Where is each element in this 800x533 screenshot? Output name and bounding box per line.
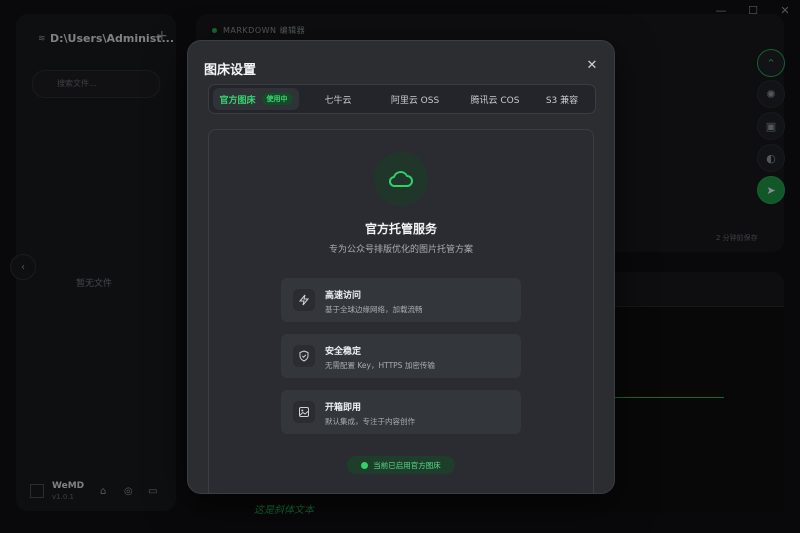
lightning-icon — [293, 289, 315, 311]
provider-tabs: 官方图床 使用中 七牛云 阿里云 OSS 腾讯云 COS S3 兼容 — [208, 84, 596, 114]
status-dot — [361, 461, 369, 469]
tab-label: 官方图床 — [219, 95, 256, 106]
modal-title: 图床设置 — [204, 63, 257, 78]
tab-official[interactable]: 官方图床 使用中 — [213, 88, 299, 110]
feature-item: 开箱即用 默认集成，专注于内容创作 — [281, 390, 521, 434]
tab-aliyun[interactable]: 阿里云 OSS — [377, 88, 453, 110]
service-subtitle: 专为公众号排版优化的图片托管方案 — [328, 245, 473, 255]
feature-item: 安全稳定 无需配置 Key，HTTPS 加密传输 — [281, 334, 521, 378]
official-service-panel: 官方托管服务 专为公众号排版优化的图片托管方案 高速访问 基于全球边缘网络，加载… — [208, 129, 594, 493]
tab-tencent[interactable]: 腾讯云 COS — [457, 88, 533, 110]
service-title: 官方托管服务 — [364, 222, 437, 236]
shield-icon — [293, 345, 315, 367]
feature-item: 高速访问 基于全球边缘网络，加载流畅 — [281, 278, 521, 322]
feature-desc: 基于全球边缘网络，加载流畅 — [325, 305, 423, 314]
feature-title: 安全稳定 — [325, 347, 362, 357]
in-use-badge: 使用中 — [261, 93, 293, 105]
status-badge: 当前已启用官方图床 — [347, 456, 455, 474]
image-icon — [293, 401, 315, 423]
tab-s3[interactable]: S3 兼容 — [533, 88, 591, 110]
tab-qiniu[interactable]: 七牛云 — [303, 88, 373, 110]
cloud-icon — [374, 152, 428, 206]
feature-desc: 无需配置 Key，HTTPS 加密传输 — [325, 361, 435, 370]
status-text: 当前已启用官方图床 — [373, 460, 441, 470]
feature-desc: 默认集成，专注于内容创作 — [325, 417, 415, 426]
close-icon[interactable]: ✕ — [584, 58, 600, 74]
feature-title: 高速访问 — [325, 291, 362, 301]
feature-title: 开箱即用 — [325, 403, 362, 413]
image-host-settings-modal: 图床设置 ✕ 官方图床 使用中 七牛云 阿里云 OSS 腾讯云 COS S3 兼… — [187, 40, 615, 494]
